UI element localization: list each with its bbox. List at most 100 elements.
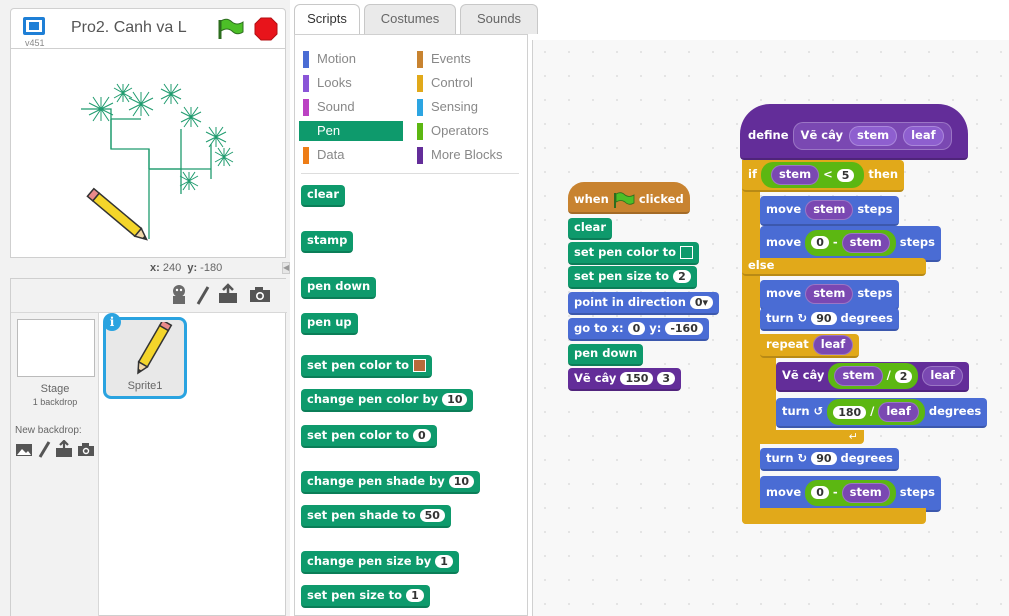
clear-block[interactable]: clear [568,218,612,240]
category-operators[interactable]: Operators [417,121,489,141]
value-input[interactable]: -160 [665,322,703,335]
palette-change-pen-size[interactable]: change pen size by 1 [301,551,459,574]
stem-reporter[interactable]: stem [770,165,820,185]
value-input[interactable]: 90 [811,312,837,325]
category-pen[interactable]: Pen [299,121,403,141]
project-title[interactable]: Pro2. Canh va L [71,19,187,37]
color-swatch[interactable] [413,359,427,372]
value-input[interactable]: 180 [833,405,867,419]
category-motion[interactable]: Motion [303,49,356,69]
move-stem-block-2[interactable]: move stem steps [760,280,899,310]
value-input[interactable]: 10 [448,475,475,488]
camera-sprite-icon[interactable] [249,287,271,303]
tab-sounds[interactable]: Sounds [460,4,538,34]
upload-sprite-icon[interactable] [217,283,239,305]
turn-right-block-2[interactable]: turn ↻ 90 degrees [760,448,899,471]
ve-cay-recursive-block[interactable]: Vẽ cây stem / 2 leaf [776,362,969,392]
divide-operator-2[interactable]: 180 / leaf [827,399,925,425]
palette-clear[interactable]: clear [301,185,345,207]
leaf-reporter[interactable]: leaf [878,402,919,422]
palette-set-pen-color-swatch[interactable]: set pen color to [301,355,433,378]
value-input[interactable]: 1 [406,589,424,602]
when-flag-clicked-block[interactable]: when clicked [568,182,690,214]
choose-backdrop-icon[interactable] [15,443,33,457]
category-sensing[interactable]: Sensing [417,97,478,117]
palette-pen-down[interactable]: pen down [301,277,377,299]
leaf-reporter[interactable]: leaf [812,335,854,355]
upload-backdrop-icon[interactable] [55,440,73,458]
value-input[interactable]: 3 [657,372,676,385]
ve-cay-call-block[interactable]: Vẽ cây 150 3 [568,368,682,391]
category-control[interactable]: Control [417,73,473,93]
paint-sprite-icon[interactable] [195,286,211,306]
move-neg-stem-block-2[interactable]: move 0 - stem steps [760,476,941,512]
palette-set-pen-size[interactable]: set pen size to 1 [301,585,430,608]
color-swatch[interactable] [680,246,694,259]
turn-right-block[interactable]: turn ↻ 90 degrees [760,308,899,331]
stage-thumbnail[interactable] [17,319,95,377]
green-flag-icon[interactable] [217,18,245,40]
tab-costumes[interactable]: Costumes [364,4,456,34]
go-to-xy-block[interactable]: go to x: 0 y: -160 [568,318,709,341]
leaf-reporter[interactable]: leaf [922,366,963,386]
param-stem[interactable]: stem [848,126,898,146]
stop-icon[interactable] [254,17,278,41]
value-input[interactable]: 0 [811,236,829,250]
repeat-arrow-icon: ↵ [848,431,858,443]
repeat-block[interactable]: repeat leaf [760,334,860,358]
paint-backdrop-icon[interactable] [37,441,51,459]
choose-sprite-icon[interactable] [169,284,189,306]
if-block[interactable]: if stem < 5 then [742,160,905,192]
value-input[interactable]: 2 [894,369,913,383]
stage-collapse-icon[interactable]: ◀ [282,262,290,274]
value-input[interactable]: 1 [435,555,453,568]
direction-dropdown[interactable]: 0▾ [689,296,714,309]
stem-reporter[interactable]: stem [834,366,883,386]
palette-set-pen-color-num[interactable]: set pen color to 0 [301,425,437,448]
pen-down-block[interactable]: pen down [568,344,644,366]
category-looks[interactable]: Looks [303,73,352,93]
move-neg-stem-block[interactable]: move 0 - stem steps [760,226,941,262]
category-sound[interactable]: Sound [303,97,355,117]
define-signature[interactable]: Vẽ cây stem leaf [792,122,952,150]
if-else-frame[interactable] [742,160,760,524]
param-leaf[interactable]: leaf [903,126,944,146]
palette-stamp[interactable]: stamp [301,231,354,253]
value-input[interactable]: 0 [627,322,646,335]
stem-reporter[interactable]: stem [805,284,854,304]
stem-reporter[interactable]: stem [841,483,890,503]
value-input[interactable]: 5 [836,168,855,182]
info-icon[interactable]: i [103,313,121,331]
subtract-operator[interactable]: 0 - stem [805,230,896,256]
subtract-operator-2[interactable]: 0 - stem [805,480,896,506]
fullscreen-icon[interactable] [23,17,45,35]
value-input[interactable]: 90 [811,452,837,465]
value-input[interactable]: 0 [811,486,829,500]
value-input[interactable]: 2 [673,270,691,283]
turn-left-block[interactable]: turn ↺ 180 / leaf degrees [776,398,988,428]
stem-reporter[interactable]: stem [805,200,854,220]
set-pen-color-block[interactable]: set pen color to [568,242,700,265]
palette-pen-up[interactable]: pen up [301,313,358,335]
category-data[interactable]: Data [303,145,344,165]
value-input[interactable]: 10 [442,393,468,406]
tab-scripts[interactable]: Scripts [294,4,360,34]
palette-change-pen-color[interactable]: change pen color by 10 [301,389,474,412]
rotate-left-icon: ↺ [813,404,824,419]
stem-reporter[interactable]: stem [841,233,890,253]
divide-operator[interactable]: stem / 2 [828,363,919,389]
point-in-direction-block[interactable]: point in direction 0▾ [568,292,720,315]
palette-set-pen-shade[interactable]: set pen shade to 50 [301,505,451,528]
move-stem-block[interactable]: move stem steps [760,196,899,226]
category-events[interactable]: Events [417,49,471,69]
category-more-blocks[interactable]: More Blocks [417,145,503,165]
set-pen-size-block[interactable]: set pen size to 2 [568,266,697,289]
value-input[interactable]: 50 [419,509,445,522]
camera-backdrop-icon[interactable] [77,443,95,457]
less-than-operator[interactable]: stem < 5 [760,162,865,188]
value-input[interactable]: 150 [620,372,654,385]
palette-change-pen-shade[interactable]: change pen shade by 10 [301,471,481,494]
value-input[interactable]: 0 [413,429,431,442]
stage-canvas[interactable] [10,48,286,258]
define-block[interactable]: define Vẽ cây stem leaf [742,118,958,154]
